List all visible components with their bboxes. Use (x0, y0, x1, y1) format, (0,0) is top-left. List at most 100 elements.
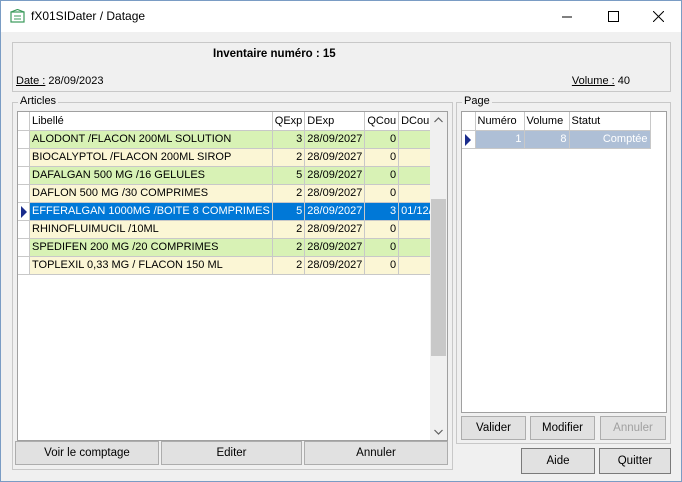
window-title: fX01SIDater / Datage (31, 9, 146, 23)
date-value: 28/09/2023 (48, 75, 104, 87)
scroll-up-icon[interactable] (434, 117, 443, 123)
row-indicator[interactable] (18, 148, 30, 167)
annuler-articles-button[interactable]: Annuler (304, 441, 448, 465)
cell-dexp: 28/09/2027 (304, 130, 366, 149)
cell-statut: Comptée (569, 130, 651, 149)
title-bar: fX01SIDater / Datage (1, 1, 681, 32)
page-group: Page Numéro Volume Statut 1 8 Comptée Vali… (456, 95, 671, 444)
col-header-qexp[interactable]: QExp (272, 112, 306, 131)
maximize-icon (607, 11, 619, 22)
page-row[interactable]: 1 8 Comptée (462, 130, 651, 149)
scroll-down-icon[interactable] (434, 429, 443, 435)
cell-qexp: 5 (272, 166, 306, 185)
cell-qcou: 0 (364, 256, 400, 275)
modifier-button[interactable]: Modifier (530, 416, 595, 440)
cell-dexp: 28/09/2027 (304, 220, 366, 239)
cell-qexp: 3 (272, 130, 306, 149)
cell-qcou: 0 (364, 184, 400, 203)
cell-qcou: 0 (364, 220, 400, 239)
article-row[interactable]: DAFLON 500 MG /30 COMPRIMES 2 28/09/2027 0 (18, 184, 447, 203)
col-header-volume[interactable]: Volume (524, 112, 570, 131)
row-indicator-header (18, 112, 30, 131)
row-indicator[interactable] (18, 220, 30, 239)
editer-button[interactable]: Editer (161, 441, 302, 465)
cell-dexp: 28/09/2027 (304, 202, 366, 221)
annuler-page-button[interactable]: Annuler (600, 416, 666, 440)
articles-group: Articles Libellé QExp DExp QCou DCou ALO… (12, 95, 453, 470)
cell-libelle: BIOCALYPTOL /FLACON 200ML SIROP (29, 148, 273, 167)
cell-dexp: 28/09/2027 (304, 148, 366, 167)
cell-qexp: 2 (272, 220, 306, 239)
page-grid[interactable]: Numéro Volume Statut 1 8 Comptée (461, 111, 667, 413)
page-row-indicator-header (462, 112, 476, 131)
cell-qcou: 0 (364, 130, 400, 149)
aide-button[interactable]: Aide (521, 448, 595, 474)
date-field: Date : 28/09/2023 (16, 75, 103, 87)
articles-table: Libellé QExp DExp QCou DCou ALODONT /FLA… (18, 112, 447, 275)
col-header-numero[interactable]: Numéro (475, 112, 525, 131)
close-button[interactable] (635, 1, 681, 32)
row-indicator[interactable] (18, 238, 30, 257)
inventory-header: Inventaire numéro : 15 Date : 28/09/2023… (12, 42, 671, 92)
date-label: Date : (16, 75, 46, 87)
page-group-title: Page (462, 95, 492, 107)
cell-qcou: 0 (364, 148, 400, 167)
row-indicator[interactable] (18, 184, 30, 203)
volume-label: Volume : (571, 75, 615, 87)
row-indicator[interactable] (18, 166, 30, 185)
page-header-row: Numéro Volume Statut (462, 112, 651, 131)
current-row-arrow-icon (21, 206, 27, 218)
current-row-arrow-icon (465, 134, 471, 146)
minimize-button[interactable] (544, 1, 590, 32)
col-header-qcou[interactable]: QCou (364, 112, 400, 131)
articles-grid[interactable]: Libellé QExp DExp QCou DCou ALODONT /FLA… (17, 111, 448, 441)
valider-button[interactable]: Valider (461, 416, 526, 440)
main-window: fX01SIDater / Datage Inventaire numéro :… (0, 0, 682, 482)
voir-comptage-button[interactable]: Voir le comptage (15, 441, 159, 465)
articles-header-row: Libellé QExp DExp QCou DCou (18, 112, 447, 131)
volume-field: Volume : 40 (572, 75, 630, 87)
cell-libelle: EFFERALGAN 1000MG /BOITE 8 COMPRIMES (29, 202, 273, 221)
articles-scrollbar-thumb[interactable] (431, 199, 446, 356)
cell-qexp: 2 (272, 148, 306, 167)
cell-libelle: DAFALGAN 500 MG /16 GELULES (29, 166, 273, 185)
cell-volume: 8 (524, 130, 570, 149)
cell-qexp: 2 (272, 256, 306, 275)
articles-scrollbar[interactable] (430, 112, 447, 440)
quitter-button[interactable]: Quitter (599, 448, 671, 474)
article-row[interactable]: BIOCALYPTOL /FLACON 200ML SIROP 2 28/09/20… (18, 148, 447, 167)
maximize-button[interactable] (590, 1, 636, 32)
row-indicator[interactable] (18, 256, 30, 275)
article-row[interactable]: RHINOFLUIMUCIL /10ML 2 28/09/2027 0 (18, 220, 447, 239)
article-row[interactable]: ALODONT /FLACON 200ML SOLUTION 3 28/09/202… (18, 130, 447, 149)
cell-dexp: 28/09/2027 (304, 184, 366, 203)
cell-qcou: 0 (364, 166, 400, 185)
minimize-icon (562, 16, 572, 17)
cell-qexp: 2 (272, 184, 306, 203)
articles-group-title: Articles (18, 95, 59, 107)
cell-libelle: TOPLEXIL 0,33 MG / FLACON 150 ML (29, 256, 273, 275)
cell-libelle: ALODONT /FLACON 200ML SOLUTION (29, 130, 273, 149)
article-row[interactable]: TOPLEXIL 0,33 MG / FLACON 150 ML 2 28/09/2… (18, 256, 447, 275)
col-header-libelle[interactable]: Libellé (29, 112, 273, 131)
inventory-number: Inventaire numéro : 15 (213, 48, 336, 60)
page-row-indicator[interactable] (462, 130, 476, 149)
cell-dexp: 28/09/2027 (304, 238, 366, 257)
cell-qexp: 5 (272, 202, 306, 221)
volume-value: 40 (617, 75, 630, 87)
cell-libelle: DAFLON 500 MG /30 COMPRIMES (29, 184, 273, 203)
article-row[interactable]: DAFALGAN 500 MG /16 GELULES 5 28/09/2027 0 (18, 166, 447, 185)
cell-dexp: 28/09/2027 (304, 166, 366, 185)
row-indicator[interactable] (18, 130, 30, 149)
col-header-statut[interactable]: Statut (569, 112, 651, 131)
app-icon (10, 9, 25, 23)
col-header-dexp[interactable]: DExp (304, 112, 366, 131)
article-row[interactable]: SPEDIFEN 200 MG /20 COMPRIMES 2 28/09/2027… (18, 238, 447, 257)
cell-qcou: 0 (364, 238, 400, 257)
cell-dexp: 28/09/2027 (304, 256, 366, 275)
cell-numero: 1 (475, 130, 525, 149)
article-row[interactable]: EFFERALGAN 1000MG /BOITE 8 COMPRIMES 5 28/… (18, 202, 447, 221)
row-indicator[interactable] (18, 202, 30, 221)
close-icon (652, 11, 664, 22)
cell-libelle: RHINOFLUIMUCIL /10ML (29, 220, 273, 239)
